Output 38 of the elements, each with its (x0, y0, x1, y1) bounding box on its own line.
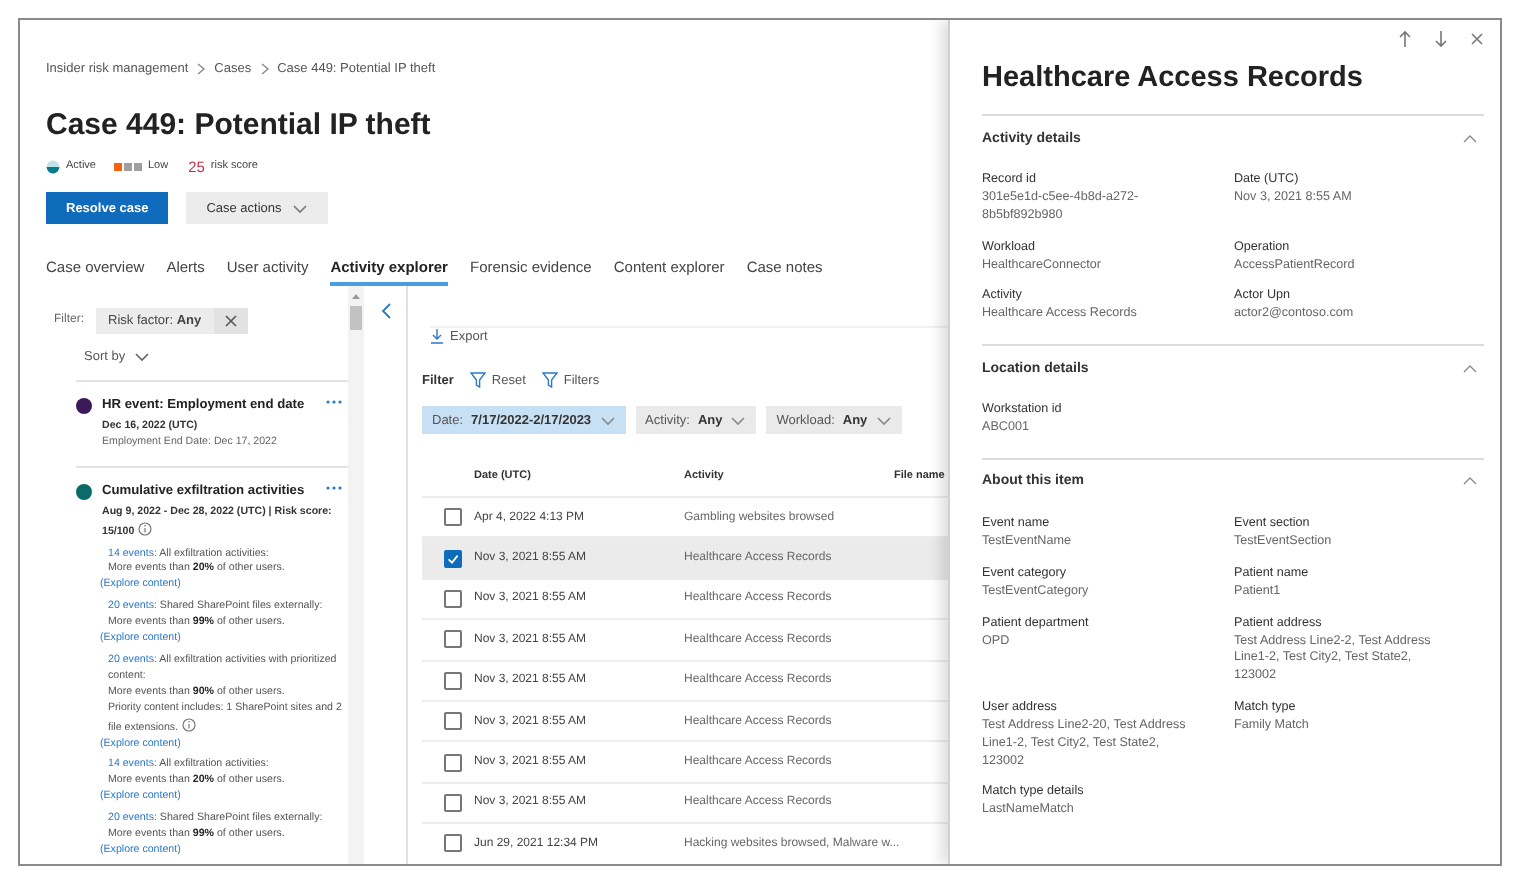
collapse-icon[interactable] (379, 302, 391, 320)
filter-icon (541, 372, 558, 388)
close-icon[interactable] (223, 314, 238, 328)
arrow-down-icon[interactable] (1434, 30, 1448, 48)
chevron-up-icon[interactable] (1462, 361, 1478, 376)
page-title: Case 449: Potential IP theft (46, 108, 433, 144)
chevron-right-icon (259, 61, 270, 75)
filter-icon (469, 372, 486, 388)
chevron-down-icon (875, 413, 892, 427)
chevron-down-icon (291, 201, 308, 215)
more-icon[interactable] (324, 395, 344, 408)
checkbox[interactable] (444, 793, 462, 812)
status-icon (46, 159, 60, 173)
more-icon[interactable] (324, 481, 344, 494)
checkbox[interactable] (444, 712, 462, 731)
chevron-up-icon[interactable] (1462, 474, 1478, 489)
severity-icon (113, 161, 142, 171)
scroll-up-icon (350, 292, 362, 300)
panel-title: Healthcare Access Records (982, 60, 1365, 96)
checkbox[interactable] (444, 834, 462, 853)
checkbox[interactable] (444, 549, 462, 568)
chevron-down-icon (730, 413, 747, 427)
chevron-down-icon (599, 413, 616, 427)
chevron-right-icon (196, 61, 207, 75)
chevron-down-icon (133, 350, 150, 365)
info-icon[interactable] (182, 717, 197, 732)
scrollbar-thumb[interactable] (350, 306, 362, 330)
close-icon[interactable] (1470, 30, 1484, 48)
arrow-up-icon[interactable] (1398, 30, 1412, 48)
checkbox[interactable] (444, 589, 462, 608)
download-icon (430, 328, 444, 344)
scrollbar[interactable] (348, 286, 364, 864)
checkbox[interactable] (444, 508, 462, 527)
chevron-up-icon[interactable] (1462, 131, 1478, 145)
checkbox[interactable] (444, 671, 462, 690)
checkbox[interactable] (444, 630, 462, 649)
checkbox[interactable] (444, 753, 462, 772)
info-icon[interactable] (138, 521, 153, 536)
